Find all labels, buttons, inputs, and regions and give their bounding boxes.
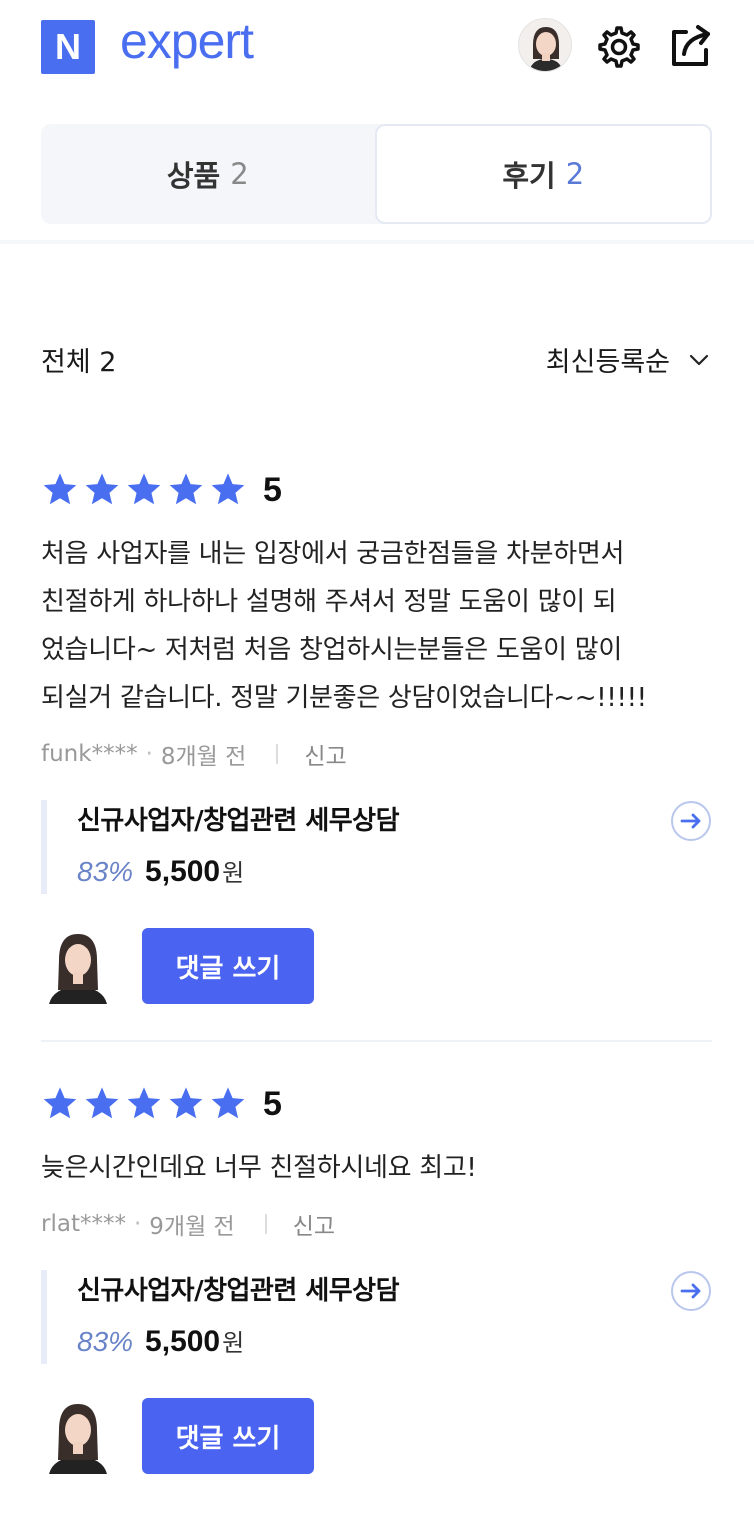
star-icon [43, 473, 77, 505]
review-author: rlat**** [41, 1211, 126, 1237]
rating-value: 5 [263, 1084, 282, 1123]
review-text: 늦은시간인데요 너무 친절하시네요 최고! [41, 1144, 712, 1192]
meta-divider [276, 744, 279, 764]
price-currency: 원 [222, 859, 245, 887]
star-rating: 5 [41, 470, 712, 510]
review-author: funk**** [41, 741, 138, 767]
gear-icon[interactable] [592, 22, 642, 72]
comment-row: 댓글 쓰기 [41, 1398, 712, 1474]
naver-logo[interactable]: N [41, 20, 95, 74]
meta-dot: · [145, 741, 153, 767]
star-icon [169, 473, 203, 505]
chevron-down-icon [689, 354, 709, 365]
rating-value: 5 [263, 470, 282, 509]
report-link[interactable]: 신고 [293, 1207, 335, 1241]
meta-divider [264, 1214, 267, 1234]
discount-rate: 83% [77, 856, 134, 887]
tab-products[interactable]: 상품 2 [41, 124, 375, 224]
write-comment-button[interactable]: 댓글 쓰기 [142, 928, 314, 1004]
product-card[interactable]: 신규사업자/창업관련 세무상담 83% 5,500 원 [41, 1270, 712, 1364]
review-text: 처음 사업자를 내는 입장에서 궁금한점들을 차분하면서 친절하게 하나하나 설… [41, 530, 712, 722]
section-divider [0, 240, 754, 244]
review-text-line: 늦은시간인데요 너무 친절하시네요 최고! [41, 1153, 477, 1183]
star-rating: 5 [41, 1084, 712, 1124]
tab-label: 후기 [502, 159, 556, 193]
meta-dot: · [133, 1211, 142, 1237]
star-icon [43, 1087, 77, 1119]
star-icon [169, 1087, 203, 1119]
review-total: 전체 2 [41, 347, 117, 378]
star-icon [211, 1087, 245, 1119]
review-meta: rlat**** · 9개월 전 신고 [41, 1206, 712, 1242]
star-icon [211, 473, 245, 505]
share-icon[interactable] [666, 22, 714, 70]
review-card: 5 처음 사업자를 내는 입장에서 궁금한점들을 차분하면서 친절하게 하나하나… [41, 470, 712, 1004]
write-comment-button[interactable]: 댓글 쓰기 [142, 1398, 314, 1474]
sort-label: 최신등록순 [545, 347, 670, 378]
price-row: 83% 5,500 원 [77, 853, 712, 889]
commenter-avatar [47, 928, 109, 1004]
star-icon [127, 1087, 161, 1119]
report-link[interactable]: 신고 [304, 737, 346, 771]
review-time: 8개월 전 [160, 744, 247, 770]
star-icon [127, 473, 161, 505]
profile-avatar[interactable] [518, 18, 572, 72]
app-header: N expert [0, 0, 754, 96]
review-text-line: 었습니다~ 저처럼 처음 창업하시는분들은 도움이 많이 [41, 635, 622, 665]
tab-reviews[interactable]: 후기 2 [374, 124, 712, 224]
review-text-line: 친절하게 하나하나 설명해 주셔서 정말 도움이 많이 되 [41, 587, 617, 617]
comment-row: 댓글 쓰기 [41, 928, 712, 1004]
review-divider [41, 1040, 712, 1042]
sort-dropdown[interactable]: 최신등록순 [546, 340, 710, 379]
arrow-right-circle-icon[interactable] [670, 800, 712, 842]
review-text-line: 처음 사업자를 내는 입장에서 궁금한점들을 차분하면서 [41, 539, 625, 569]
star-icon [85, 473, 119, 505]
tab-count: 2 [565, 157, 585, 191]
discount-rate: 83% [77, 1326, 134, 1357]
review-text-line: 되실거 같습니다. 정말 기분좋은 상담이었습니다~~!!!!! [41, 683, 647, 713]
product-card[interactable]: 신규사업자/창업관련 세무상담 83% 5,500 원 [41, 800, 712, 894]
price-currency: 원 [222, 1329, 245, 1357]
price: 5,500 [145, 855, 221, 888]
review-time: 9개월 전 [149, 1214, 235, 1240]
product-title: 신규사업자/창업관련 세무상담 [77, 1276, 400, 1306]
expert-logo-text[interactable]: expert [120, 12, 254, 70]
star-icon [85, 1087, 119, 1119]
review-meta: funk**** · 8개월 전 신고 [41, 736, 712, 772]
arrow-right-circle-icon[interactable] [670, 1270, 712, 1312]
product-title: 신규사업자/창업관련 세무상담 [77, 806, 400, 836]
tab-bar: 상품 2 후기 2 [41, 124, 712, 224]
tab-label: 상품 [166, 159, 221, 193]
price: 5,500 [145, 1325, 221, 1358]
tab-count: 2 [230, 157, 249, 191]
review-card: 5 늦은시간인데요 너무 친절하시네요 최고! rlat**** · 9개월 전… [41, 1084, 712, 1474]
commenter-avatar [47, 1398, 109, 1474]
price-row: 83% 5,500 원 [77, 1323, 712, 1359]
